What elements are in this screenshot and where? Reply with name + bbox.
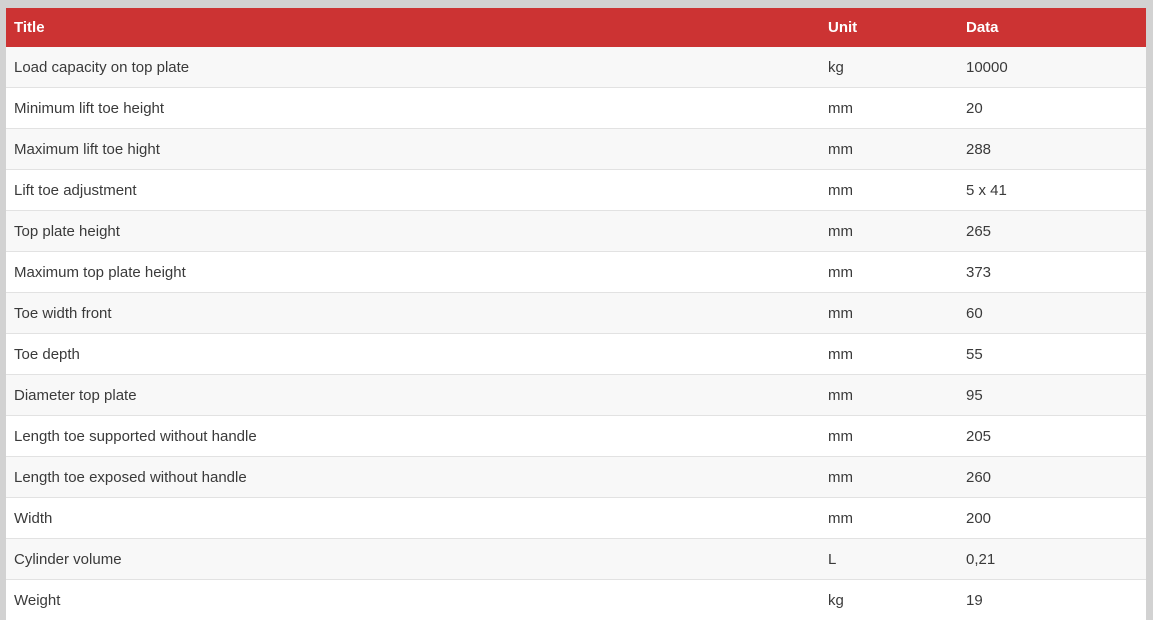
header-row: Title Unit Data [6, 8, 1146, 47]
spec-table: Title Unit Data Load capacity on top pla… [6, 8, 1146, 620]
header-title: Title [6, 8, 820, 47]
table-row: Minimum lift toe height mm 20 [6, 88, 1146, 129]
cell-unit: kg [820, 580, 958, 620]
cell-title: Lift toe adjustment [6, 170, 820, 211]
cell-unit: mm [820, 334, 958, 375]
spec-table-container: Title Unit Data Load capacity on top pla… [6, 8, 1146, 610]
cell-title: Minimum lift toe height [6, 88, 820, 129]
cell-unit: L [820, 539, 958, 580]
cell-title: Maximum top plate height [6, 252, 820, 293]
cell-data: 0,21 [958, 539, 1146, 580]
table-row: Load capacity on top plate kg 10000 [6, 47, 1146, 88]
cell-unit: mm [820, 498, 958, 539]
cell-unit: mm [820, 88, 958, 129]
cell-unit: mm [820, 416, 958, 457]
cell-unit: mm [820, 170, 958, 211]
cell-data: 373 [958, 252, 1146, 293]
cell-title: Width [6, 498, 820, 539]
cell-data: 95 [958, 375, 1146, 416]
table-row: Lift toe adjustment mm 5 x 41 [6, 170, 1146, 211]
table-row: Toe width front mm 60 [6, 293, 1146, 334]
cell-unit: mm [820, 375, 958, 416]
cell-title: Length toe supported without handle [6, 416, 820, 457]
cell-unit: mm [820, 252, 958, 293]
cell-data: 288 [958, 129, 1146, 170]
cell-data: 5 x 41 [958, 170, 1146, 211]
cell-title: Toe width front [6, 293, 820, 334]
cell-title: Cylinder volume [6, 539, 820, 580]
cell-data: 260 [958, 457, 1146, 498]
header-unit: Unit [820, 8, 958, 47]
table-row: Toe depth mm 55 [6, 334, 1146, 375]
cell-title: Toe depth [6, 334, 820, 375]
table-body: Load capacity on top plate kg 10000 Mini… [6, 47, 1146, 620]
table-row: Length toe supported without handle mm 2… [6, 416, 1146, 457]
cell-data: 10000 [958, 47, 1146, 88]
table-row: Length toe exposed without handle mm 260 [6, 457, 1146, 498]
cell-unit: kg [820, 47, 958, 88]
table-row: Maximum top plate height mm 373 [6, 252, 1146, 293]
cell-data: 20 [958, 88, 1146, 129]
cell-unit: mm [820, 293, 958, 334]
header-data: Data [958, 8, 1146, 47]
cell-data: 60 [958, 293, 1146, 334]
cell-data: 200 [958, 498, 1146, 539]
cell-data: 19 [958, 580, 1146, 620]
table-row: Cylinder volume L 0,21 [6, 539, 1146, 580]
cell-data: 55 [958, 334, 1146, 375]
cell-data: 205 [958, 416, 1146, 457]
cell-unit: mm [820, 129, 958, 170]
cell-unit: mm [820, 457, 958, 498]
cell-title: Load capacity on top plate [6, 47, 820, 88]
table-header: Title Unit Data [6, 8, 1146, 47]
table-row: Maximum lift toe hight mm 288 [6, 129, 1146, 170]
cell-title: Top plate height [6, 211, 820, 252]
table-row: Diameter top plate mm 95 [6, 375, 1146, 416]
cell-title: Weight [6, 580, 820, 620]
cell-title: Maximum lift toe hight [6, 129, 820, 170]
cell-title: Diameter top plate [6, 375, 820, 416]
table-row: Weight kg 19 [6, 580, 1146, 620]
table-row: Top plate height mm 265 [6, 211, 1146, 252]
table-row: Width mm 200 [6, 498, 1146, 539]
cell-unit: mm [820, 211, 958, 252]
cell-data: 265 [958, 211, 1146, 252]
cell-title: Length toe exposed without handle [6, 457, 820, 498]
